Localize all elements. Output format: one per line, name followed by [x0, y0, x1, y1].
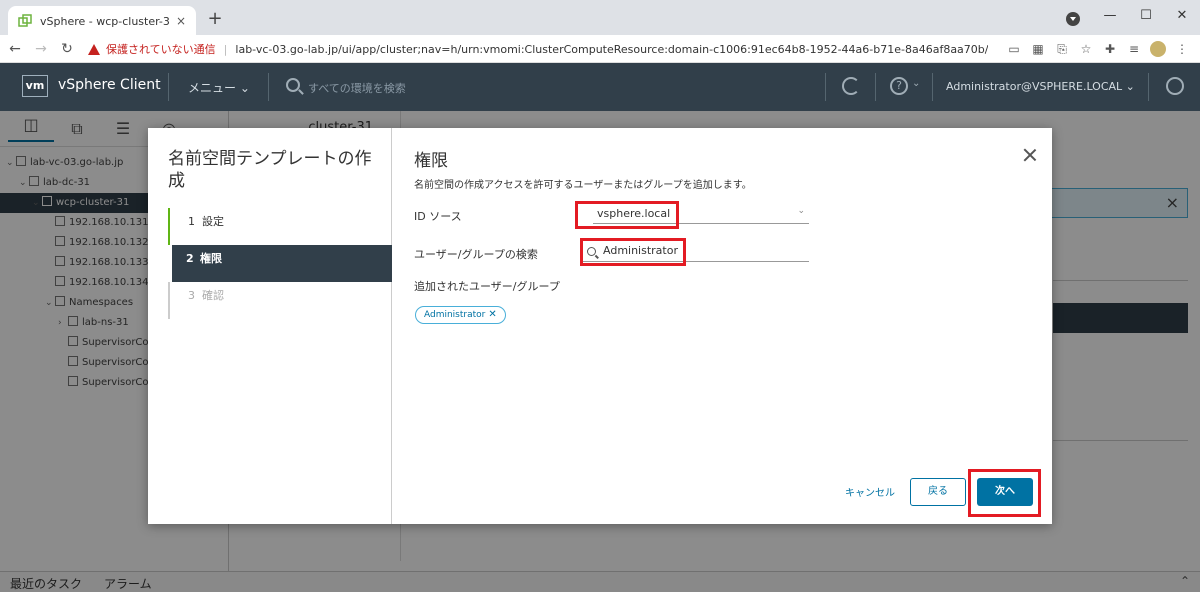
- page-description: 名前空間の作成アクセスを許可するユーザーまたはグループを追加します。: [414, 180, 752, 191]
- cast-icon[interactable]: ▭: [1002, 42, 1026, 56]
- back-arrow-icon[interactable]: ←: [4, 41, 26, 57]
- user-menu[interactable]: Administrator@VSPHERE.LOCAL ⌄: [946, 80, 1135, 93]
- header-divider: [875, 73, 876, 101]
- extension-icons: ▭ ▦ ⎘ ☆ ✚ ≡ ⋮: [1002, 35, 1194, 63]
- url-field[interactable]: 保護されていない通信 | lab-vc-03.go-lab.jp/ui/app/…: [88, 37, 988, 61]
- cancel-button[interactable]: キャンセル: [845, 484, 895, 499]
- avatar[interactable]: [1150, 41, 1166, 57]
- address-bar: ← → ↻ 保護されていない通信 | lab-vc-03.go-lab.jp/u…: [0, 35, 1200, 63]
- close-icon[interactable]: [1023, 148, 1037, 162]
- step-number: 1: [188, 215, 195, 228]
- header-divider: [825, 73, 826, 101]
- header-divider: [268, 73, 269, 101]
- added-users-label: 追加されたユーザー/グループ: [414, 280, 560, 293]
- close-window-icon[interactable]: ✕: [1164, 8, 1200, 23]
- reload-icon[interactable]: ↻: [56, 41, 78, 57]
- step-label: 権限: [200, 252, 222, 265]
- vsphere-header: vm vSphere Client メニュー ⌄ すべての環境を検索 ? ⌄ A…: [0, 63, 1200, 111]
- wizard-step[interactable]: 1 設定: [168, 208, 392, 245]
- wizard-title: 名前空間テンプレートの作成: [168, 149, 372, 191]
- step-number: 3: [188, 289, 195, 302]
- reading-list-icon[interactable]: ≡: [1122, 42, 1146, 56]
- tab-title: vSphere - wcp-cluster-31 - 全般: [40, 14, 170, 28]
- maximize-icon[interactable]: ☐: [1128, 8, 1164, 23]
- search-icon[interactable]: [286, 78, 300, 92]
- app-title: vSphere Client: [58, 77, 161, 93]
- window-controls: — ☐ ✕: [1092, 0, 1200, 30]
- bookmark-star-icon[interactable]: ☆: [1074, 42, 1098, 56]
- forward-arrow-icon[interactable]: →: [30, 41, 52, 57]
- id-source-label: ID ソース: [414, 210, 462, 223]
- more-menu-icon[interactable]: ⋮: [1170, 42, 1194, 56]
- back-button[interactable]: 戻る: [910, 478, 966, 506]
- user-chip[interactable]: Administrator ✕: [415, 306, 506, 324]
- header-divider: [932, 73, 933, 101]
- header-divider: [1148, 73, 1149, 101]
- extensions-puzzle-icon[interactable]: ✚: [1098, 42, 1122, 56]
- vsphere-favicon-icon: [18, 13, 32, 27]
- url-separator: |: [223, 42, 228, 56]
- remove-chip-icon[interactable]: ✕: [488, 309, 496, 320]
- tab-close-icon[interactable]: ×: [176, 14, 186, 28]
- chevron-down-icon[interactable]: ⌄: [912, 78, 920, 89]
- step-label: 確認: [202, 289, 224, 302]
- qr-icon[interactable]: ▦: [1026, 42, 1050, 56]
- url-text: lab-vc-03.go-lab.jp/ui/app/cluster;nav=h…: [235, 42, 988, 56]
- user-group-search-label: ユーザー/グループの検索: [414, 248, 538, 261]
- wizard-page: 権限 名前空間の作成アクセスを許可するユーザーまたはグループを追加します。 ID…: [393, 128, 1052, 524]
- global-search-input[interactable]: すべての環境を検索: [308, 80, 406, 96]
- new-tab-button[interactable]: +: [205, 9, 225, 29]
- security-warning[interactable]: 保護されていない通信: [106, 41, 216, 57]
- warning-icon: [88, 43, 100, 55]
- minimize-icon[interactable]: —: [1092, 8, 1128, 23]
- chevron-down-icon: ⌄: [797, 206, 805, 216]
- highlight-box: [580, 238, 686, 266]
- wizard-sidebar: 名前空間テンプレートの作成 1 設定 2 権限 3 確認: [148, 128, 392, 524]
- browser-tab-bar: vSphere - wcp-cluster-31 - 全般 × + — ☐ ✕: [0, 0, 1200, 35]
- browser-tab[interactable]: vSphere - wcp-cluster-31 - 全般 ×: [8, 6, 196, 35]
- chip-label: Administrator: [424, 310, 486, 320]
- feedback-smile-icon[interactable]: [1166, 77, 1184, 95]
- translate-icon[interactable]: ⎘: [1050, 42, 1074, 57]
- refresh-icon[interactable]: [842, 77, 860, 95]
- page-title: 権限: [414, 151, 448, 171]
- step-label: 設定: [202, 215, 224, 228]
- profile-menu-icon[interactable]: [1066, 12, 1080, 26]
- menu-dropdown[interactable]: メニュー ⌄: [188, 79, 250, 96]
- help-icon[interactable]: ?: [890, 77, 908, 95]
- wizard-step[interactable]: 2 権限: [172, 245, 392, 282]
- namespace-template-wizard: 名前空間テンプレートの作成 1 設定 2 権限 3 確認 権限 名前空間の作成アクセスを許…: [148, 128, 1052, 524]
- next-button[interactable]: 次へ: [977, 478, 1033, 506]
- wizard-steps: 1 設定 2 権限 3 確認: [168, 208, 392, 319]
- vmware-logo: vm: [22, 75, 48, 97]
- highlight-box: [575, 201, 679, 229]
- header-divider: [168, 73, 169, 101]
- wizard-step: 3 確認: [168, 282, 392, 319]
- step-number: 2: [186, 252, 194, 265]
